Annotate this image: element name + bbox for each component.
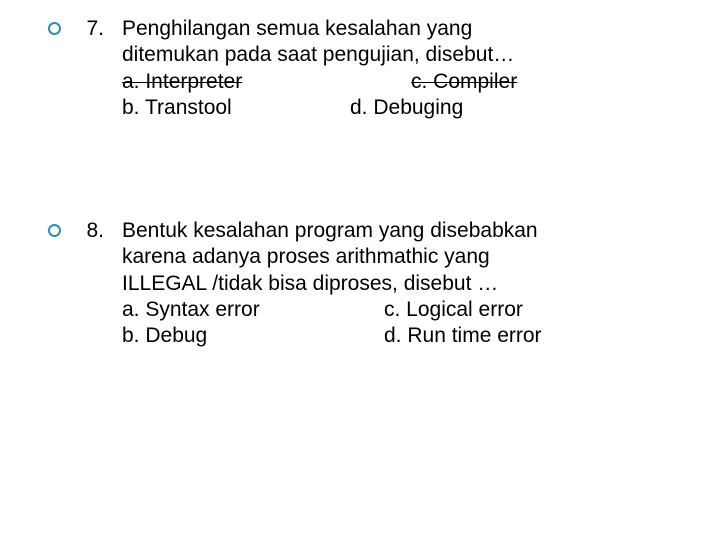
page: 7. Penghilangan semua kesalahan yang dit… — [0, 0, 720, 540]
option-c: c. Logical error — [384, 297, 523, 323]
option-a: a. Syntax error — [122, 297, 384, 323]
option-b: b. Debug — [122, 323, 384, 349]
bullet-icon — [48, 22, 61, 35]
option-a: a. Interpreter — [122, 69, 411, 95]
stem-line: Bentuk kesalahan program yang disebabkan — [122, 218, 678, 244]
option-c: c. Compiler — [411, 69, 517, 95]
option-d: d. Debuging — [350, 95, 463, 121]
question-7: 7. Penghilangan semua kesalahan yang dit… — [48, 16, 678, 121]
stem-line: ILLEGAL /tidak bisa diproses, disebut … — [122, 271, 678, 297]
stem-line: karena adanya proses arithmathic yang — [122, 244, 678, 270]
stem-line: ditemukan pada saat pengujian, disebut… — [122, 42, 678, 68]
question-number: 7. — [74, 16, 104, 42]
bullet-icon — [48, 224, 61, 237]
question-number: 8. — [74, 218, 104, 244]
options-row: b. Transtool d. Debuging — [122, 95, 678, 121]
option-d: d. Run time error — [384, 323, 542, 349]
stem-line: Penghilangan semua kesalahan yang — [122, 16, 678, 42]
options-row: a. Interpreter c. Compiler — [122, 69, 678, 95]
options-row: b. Debug d. Run time error — [122, 323, 678, 349]
question-8: 8. Bentuk kesalahan program yang disebab… — [48, 218, 678, 349]
options-row: a. Syntax error c. Logical error — [122, 297, 678, 323]
question-body: Bentuk kesalahan program yang disebabkan… — [122, 218, 678, 349]
question-body: Penghilangan semua kesalahan yang ditemu… — [122, 16, 678, 121]
